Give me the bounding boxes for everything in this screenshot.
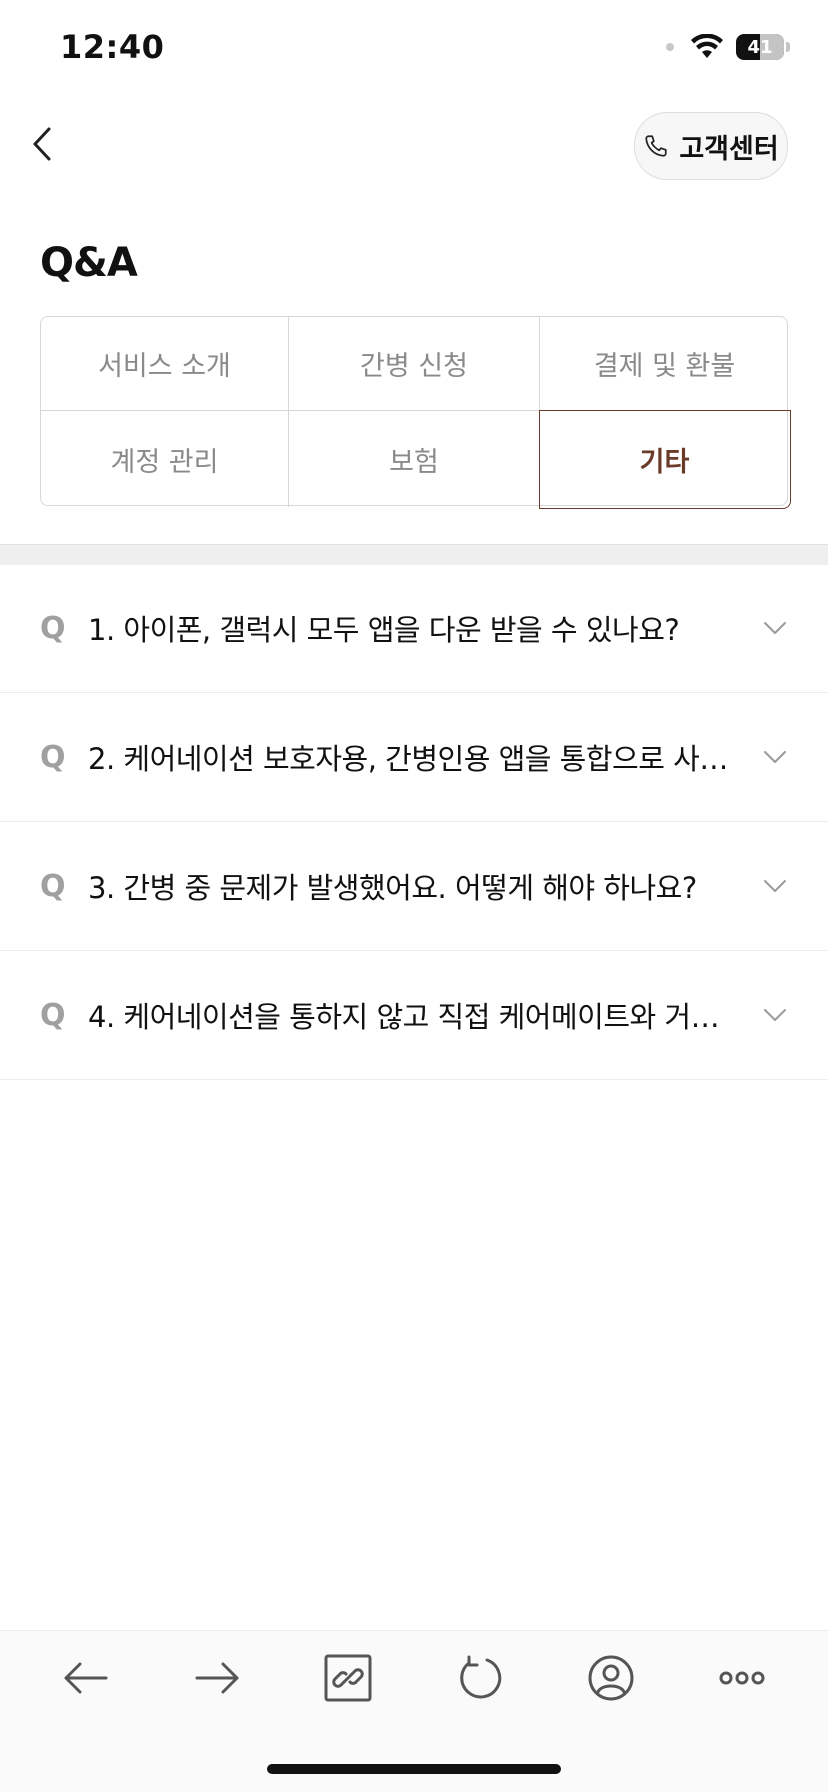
bottom-safe-area: [0, 1724, 828, 1792]
recording-dot-icon: [666, 43, 674, 51]
chevron-left-icon: [33, 127, 51, 161]
question-marker: Q: [40, 739, 66, 775]
account-button[interactable]: [576, 1643, 646, 1713]
more-button[interactable]: [707, 1643, 777, 1713]
refresh-button[interactable]: [445, 1643, 515, 1713]
link-button[interactable]: [313, 1643, 383, 1713]
category-tab-insurance[interactable]: 보험: [289, 411, 540, 507]
section-divider: [0, 544, 828, 565]
customer-center-button[interactable]: 고객센터: [634, 112, 788, 180]
category-tab-service-intro[interactable]: 서비스 소개: [41, 317, 289, 411]
back-button[interactable]: [22, 120, 62, 168]
question-marker: Q: [40, 610, 66, 646]
chevron-down-icon: [762, 744, 788, 770]
phone-icon: [645, 135, 667, 157]
wifi-icon: [691, 34, 723, 58]
chevron-down-icon: [762, 615, 788, 641]
home-indicator: [267, 1764, 561, 1774]
chevron-down-icon: [762, 1002, 788, 1028]
browser-toolbar: [0, 1630, 828, 1724]
battery-level: 41: [747, 36, 773, 58]
category-grid: 서비스 소개 간병 신청 결제 및 환불 계정 관리 보험 기타: [40, 316, 791, 509]
question-marker: Q: [40, 997, 66, 1033]
faq-list: Q 1. 아이폰, 갤럭시 모두 앱을 다운 받을 수 있나요? Q 2. 케어…: [0, 564, 828, 1080]
faq-item[interactable]: Q 1. 아이폰, 갤럭시 모두 앱을 다운 받을 수 있나요?: [0, 564, 828, 693]
arrow-right-icon: [195, 1662, 239, 1693]
arrow-left-icon: [64, 1662, 108, 1693]
category-tab-etc[interactable]: 기타: [538, 409, 791, 509]
faq-question: 2. 케어네이션 보호자용, 간병인용 앱을 통합으로 사용할 수 있나요?: [88, 742, 762, 776]
question-marker: Q: [40, 868, 66, 904]
account-icon: [588, 1655, 634, 1700]
faq-item[interactable]: Q 2. 케어네이션 보호자용, 간병인용 앱을 통합으로 사용할 수 있나요?: [0, 693, 828, 822]
faq-question: 4. 케어네이션을 통하지 않고 직접 케어메이트와 거래해도 되나요?: [88, 1000, 762, 1034]
category-tab-account[interactable]: 계정 관리: [41, 411, 289, 507]
page-title: Q&A: [40, 240, 138, 286]
status-time: 12:40: [60, 28, 165, 66]
battery-tip: [786, 42, 790, 52]
browser-forward-button[interactable]: [182, 1643, 252, 1713]
customer-center-label: 고객센터: [679, 133, 779, 165]
refresh-icon: [459, 1655, 501, 1698]
faq-item[interactable]: Q 3. 간병 중 문제가 발생했어요. 어떻게 해야 하나요?: [0, 822, 828, 951]
faq-question: 3. 간병 중 문제가 발생했어요. 어떻게 해야 하나요?: [88, 871, 697, 905]
category-tab-care-request[interactable]: 간병 신청: [289, 317, 540, 411]
browser-back-button[interactable]: [51, 1643, 121, 1713]
more-icon: [719, 1671, 765, 1684]
category-tab-payment-refund[interactable]: 결제 및 환불: [540, 317, 789, 411]
chevron-down-icon: [762, 873, 788, 899]
faq-item[interactable]: Q 4. 케어네이션을 통하지 않고 직접 케어메이트와 거래해도 되나요?: [0, 951, 828, 1080]
status-indicators: 41: [666, 34, 790, 60]
link-icon: [324, 1654, 372, 1701]
faq-question: 1. 아이폰, 갤럭시 모두 앱을 다운 받을 수 있나요?: [88, 613, 680, 647]
battery-icon: 41: [736, 34, 784, 60]
